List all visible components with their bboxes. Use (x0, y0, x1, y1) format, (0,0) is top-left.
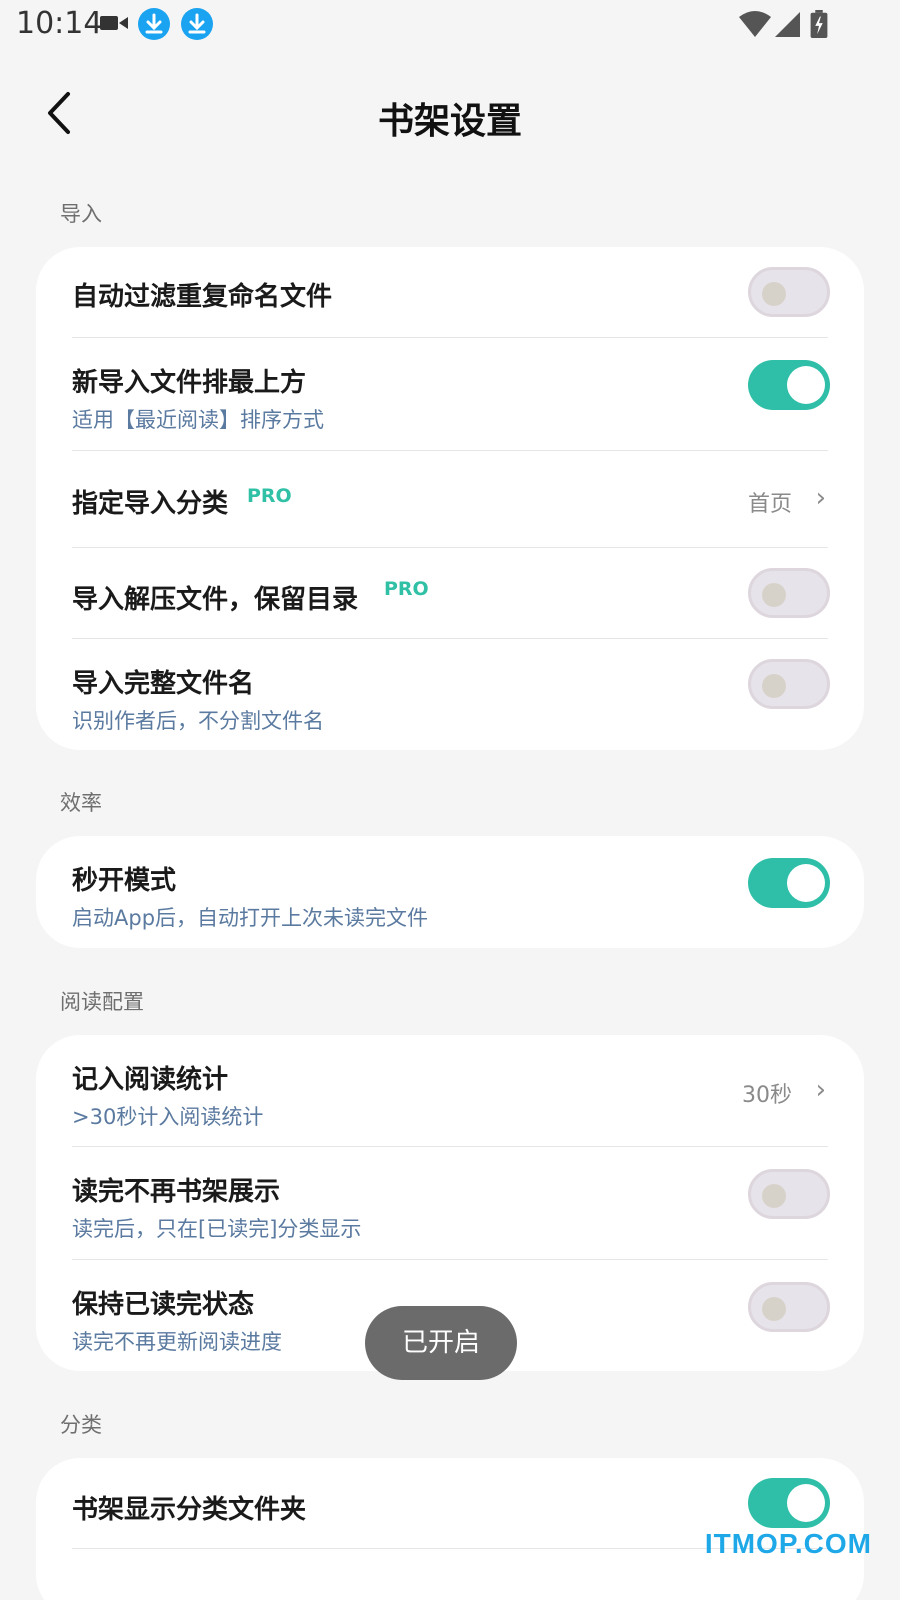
row-title: 新导入文件排最上方 (72, 368, 307, 398)
pro-badge: PRO (384, 578, 429, 600)
status-bar: 10:14 (0, 0, 900, 48)
toggle-knob (787, 366, 825, 404)
toggle-switch[interactable] (748, 568, 830, 618)
watermark: ITMOP.COM (704, 1528, 872, 1559)
card-import: 自动过滤重复命名文件 新导入文件排最上方 适用【最近阅读】排序方式 指定导入分类… (36, 247, 864, 750)
row-subtitle: 读完不再更新阅读进度 (72, 1330, 282, 1354)
row-subtitle: 识别作者后，不分割文件名 (72, 709, 324, 733)
toggle-knob (787, 864, 825, 902)
row-title: 书架显示分类文件夹 (72, 1495, 307, 1525)
download-icon (138, 8, 170, 40)
row-title: 秒开模式 (72, 866, 177, 896)
status-time: 10:14 (16, 6, 103, 41)
toggle-switch[interactable] (748, 1169, 830, 1219)
header: 书架设置 (0, 70, 900, 160)
row-value: 首页 (747, 492, 792, 517)
chevron-right-icon: › (815, 1075, 826, 1105)
toggle-switch[interactable] (748, 659, 830, 709)
battery-icon (810, 10, 828, 38)
section-label-import: 导入 (60, 202, 102, 226)
toggle-knob (787, 1484, 825, 1522)
setting-row-hide-finished[interactable]: 读完不再书架展示 读完后，只在[已读完]分类显示 (36, 1147, 864, 1259)
row-title: 读完不再书架展示 (72, 1177, 281, 1207)
setting-row-full-name[interactable]: 导入完整文件名 识别作者后，不分割文件名 (36, 639, 864, 750)
card-efficiency: 秒开模式 启动App后，自动打开上次未读完文件 (36, 836, 864, 948)
row-title: 保持已读完状态 (72, 1290, 255, 1320)
video-icon (100, 16, 128, 30)
setting-row-instant-open[interactable]: 秒开模式 启动App后，自动打开上次未读完文件 (36, 836, 864, 948)
row-title: 导入解压文件，保留目录 (72, 585, 359, 615)
setting-row-reading-stats[interactable]: 记入阅读统计 >30秒计入阅读统计 30秒 › (36, 1035, 864, 1146)
row-value: 30秒 (742, 1083, 792, 1108)
toggle-knob (762, 1297, 786, 1321)
toggle-switch[interactable] (748, 360, 830, 410)
toggle-knob (762, 282, 786, 306)
setting-row-new-on-top[interactable]: 新导入文件排最上方 适用【最近阅读】排序方式 (36, 338, 864, 450)
toggle-switch[interactable] (748, 1478, 830, 1528)
row-title: 指定导入分类 (72, 489, 229, 519)
toast-message: 已开启 (365, 1306, 517, 1380)
toggle-knob (762, 1184, 786, 1208)
row-title: 导入完整文件名 (72, 669, 255, 699)
row-title: 自动过滤重复命名文件 (72, 282, 333, 312)
signal-icon (775, 12, 800, 37)
setting-row-unzip[interactable]: 导入解压文件，保留目录 PRO (36, 548, 864, 638)
row-subtitle: 读完后，只在[已读完]分类显示 (72, 1217, 362, 1241)
row-subtitle: >30秒计入阅读统计 (72, 1105, 264, 1129)
chevron-right-icon: › (815, 483, 826, 513)
setting-row-dedupe[interactable]: 自动过滤重复命名文件 (36, 247, 864, 337)
section-label-reading: 阅读配置 (60, 990, 144, 1014)
pro-badge: PRO (247, 485, 292, 507)
wifi-icon (739, 11, 771, 37)
row-title: 记入阅读统计 (72, 1065, 229, 1095)
toggle-knob (762, 674, 786, 698)
toggle-knob (762, 583, 786, 607)
toggle-switch[interactable] (748, 267, 830, 317)
section-label-efficiency: 效率 (60, 791, 102, 815)
setting-row-import-category[interactable]: 指定导入分类 PRO 首页 › (36, 451, 864, 547)
download-icon (181, 8, 213, 40)
row-subtitle: 适用【最近阅读】排序方式 (72, 408, 324, 432)
page-title: 书架设置 (377, 101, 522, 142)
section-label-category: 分类 (60, 1413, 102, 1437)
row-subtitle: 启动App后，自动打开上次未读完文件 (72, 906, 429, 930)
toggle-switch[interactable] (748, 858, 830, 908)
toggle-switch[interactable] (748, 1282, 830, 1332)
